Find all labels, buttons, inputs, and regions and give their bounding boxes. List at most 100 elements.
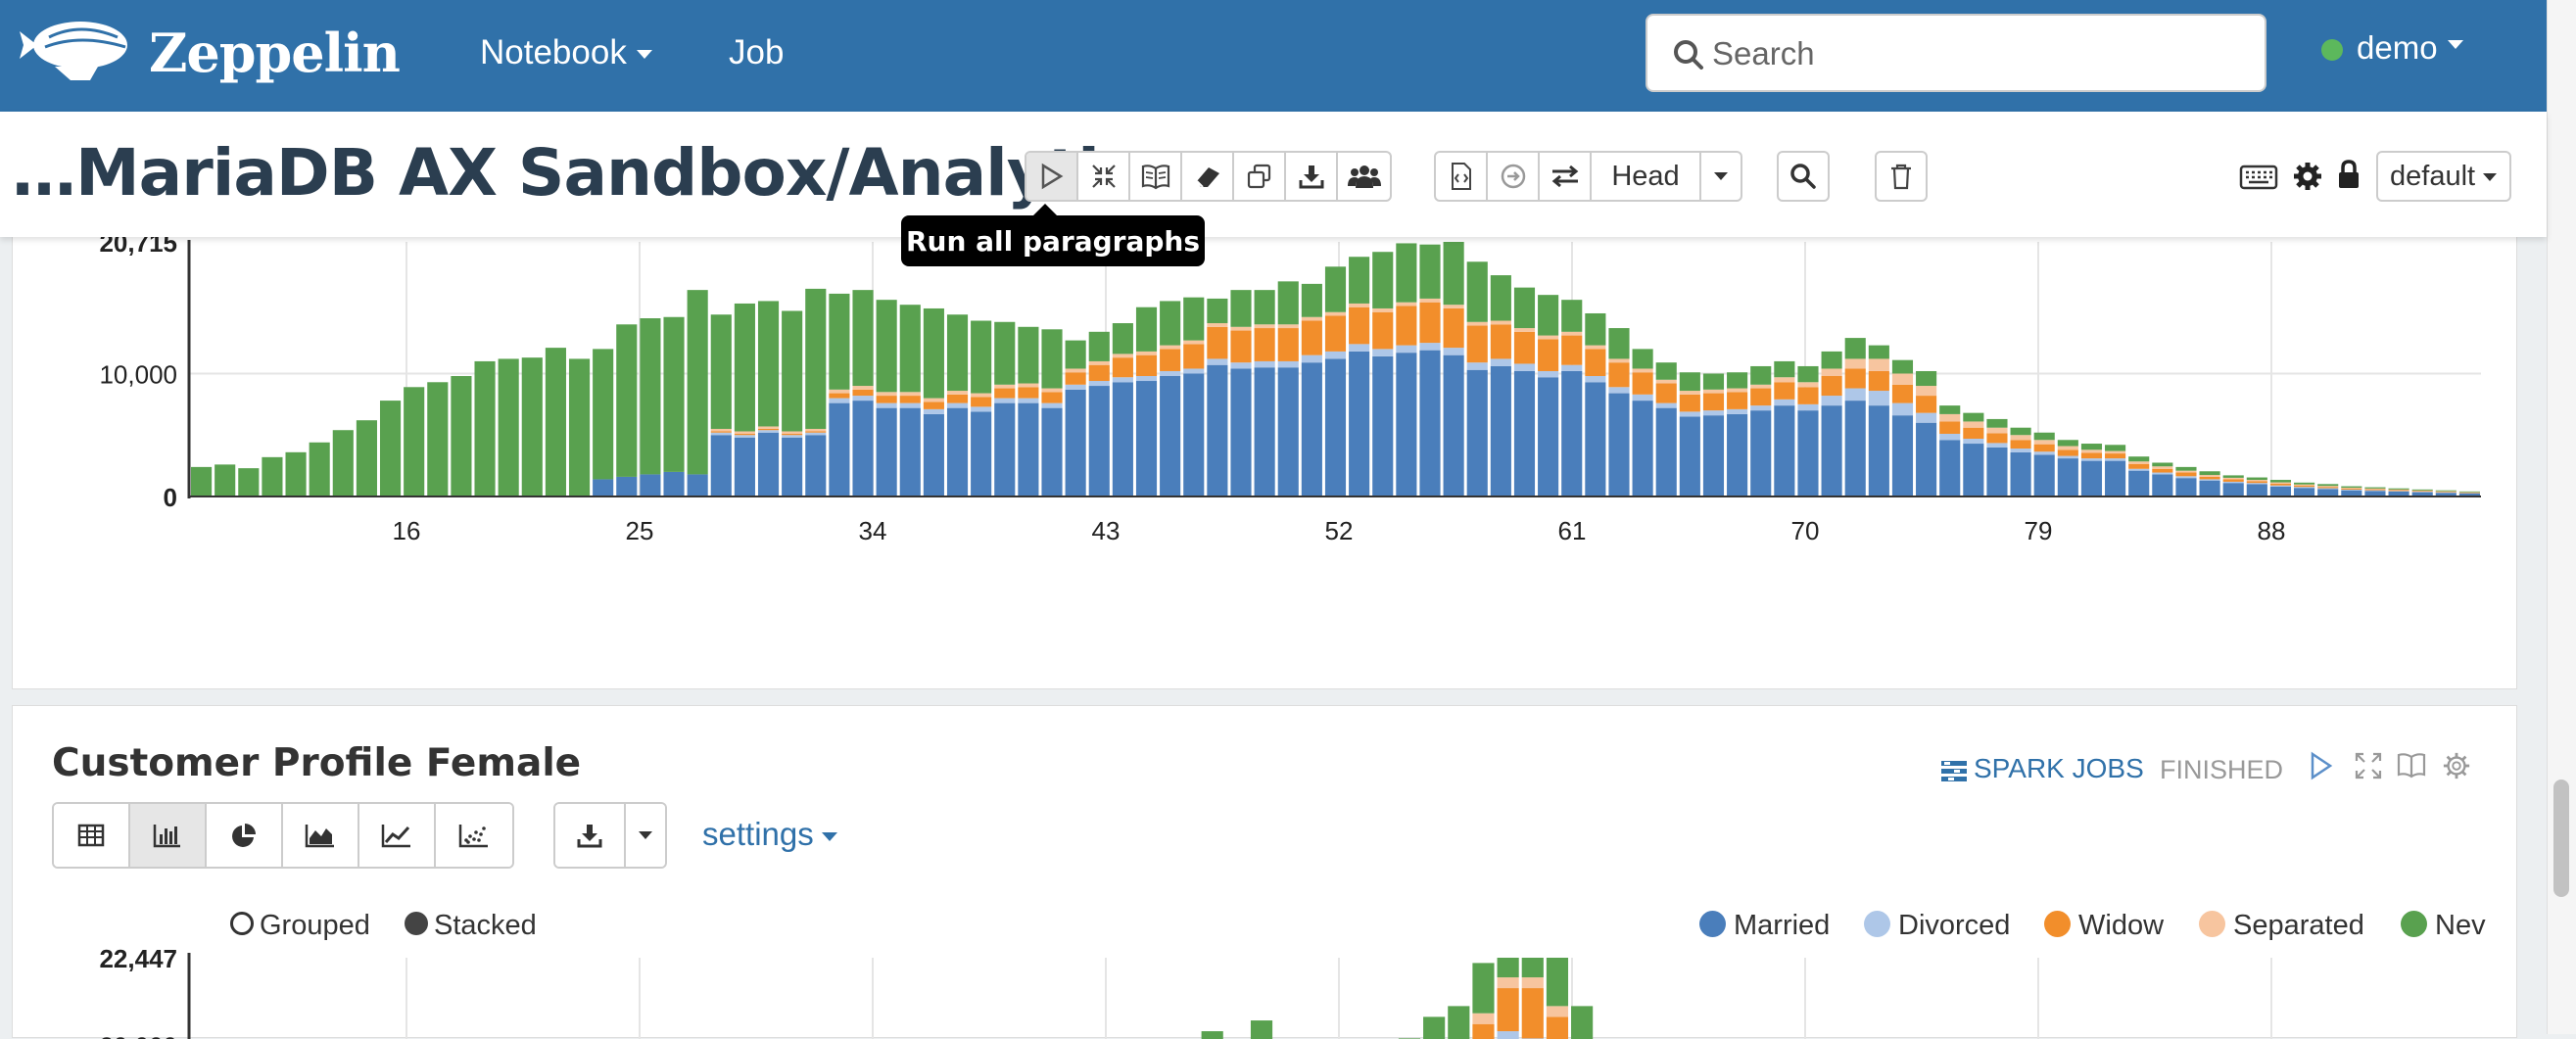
bar-segment-divorced[interactable] bbox=[1349, 344, 1369, 352]
bar-segment-separated[interactable] bbox=[1498, 977, 1519, 988]
export-note-button[interactable] bbox=[1286, 153, 1338, 200]
bar-segment-divorced[interactable] bbox=[2223, 482, 2244, 483]
spark-jobs-link[interactable]: SPARK JOBS bbox=[1940, 753, 2144, 784]
bar-segment-nev[interactable] bbox=[1514, 288, 1535, 328]
bar-segment-married[interactable] bbox=[994, 403, 1015, 496]
legend-item-separated[interactable]: Separated bbox=[2199, 910, 2364, 942]
bar-segment-separated[interactable] bbox=[971, 394, 991, 398]
bar-segment-divorced[interactable] bbox=[924, 409, 944, 414]
bar-segment-married[interactable] bbox=[1869, 405, 1889, 496]
bar-segment-widow[interactable] bbox=[2128, 464, 2149, 469]
bar-chart-button[interactable] bbox=[130, 804, 207, 867]
bar-segment-married[interactable] bbox=[2247, 484, 2267, 496]
bar-segment-married[interactable] bbox=[735, 438, 755, 496]
chart-settings-toggle[interactable]: settings bbox=[702, 816, 837, 853]
bar-segment-separated[interactable] bbox=[1372, 308, 1393, 312]
bar-segment-separated[interactable] bbox=[2223, 478, 2244, 480]
keyboard-icon[interactable] bbox=[2239, 165, 2278, 190]
bar-segment-married[interactable] bbox=[1561, 371, 1582, 496]
bar-segment-divorced[interactable] bbox=[1396, 346, 1416, 354]
bar-segment-married[interactable] bbox=[1136, 381, 1157, 496]
bar-segment-nev[interactable] bbox=[1522, 958, 1544, 977]
brand-name[interactable]: Zeppelin bbox=[149, 22, 400, 84]
bar-segment-married[interactable] bbox=[1633, 401, 1653, 496]
bar-segment-widow[interactable] bbox=[1797, 387, 1818, 404]
compare-button[interactable] bbox=[1540, 153, 1592, 200]
bar-segment-nev[interactable] bbox=[1041, 329, 1062, 388]
bar-segment-separated[interactable] bbox=[1522, 977, 1544, 988]
bar-segment-separated[interactable] bbox=[2034, 440, 2055, 444]
bar-segment-nev[interactable] bbox=[1396, 243, 1416, 302]
bar-segment-widow[interactable] bbox=[1230, 331, 1251, 363]
bar-segment-married[interactable] bbox=[1207, 365, 1227, 496]
bar-segment-divorced[interactable] bbox=[2341, 490, 2361, 491]
bar-segment-married[interactable] bbox=[1349, 352, 1369, 496]
bar-segment-nev[interactable] bbox=[900, 305, 921, 392]
bar-segment-nev[interactable] bbox=[971, 321, 991, 394]
bar-segment-separated[interactable] bbox=[1160, 346, 1180, 350]
bar-segment-nev[interactable] bbox=[333, 430, 354, 496]
scatter-chart-button[interactable] bbox=[436, 804, 512, 867]
bar-segment-divorced[interactable] bbox=[1727, 409, 1747, 414]
bar-segment-nev[interactable] bbox=[877, 300, 897, 392]
bar-segment-widow[interactable] bbox=[2270, 484, 2291, 486]
bar-segment-widow[interactable] bbox=[1041, 392, 1062, 402]
bar-segment-nev[interactable] bbox=[1467, 261, 1488, 322]
legend-item-widow[interactable]: Widow bbox=[2044, 910, 2164, 942]
bar-segment-nev[interactable] bbox=[1656, 362, 1677, 380]
bar-segment-widow[interactable] bbox=[2175, 473, 2196, 477]
bar-segment-divorced[interactable] bbox=[2436, 493, 2457, 494]
bar-segment-nev[interactable] bbox=[1703, 373, 1724, 389]
bar-segment-married[interactable] bbox=[711, 435, 732, 496]
bar-segment-divorced[interactable] bbox=[2200, 479, 2220, 480]
bar-segment-married[interactable] bbox=[1230, 368, 1251, 496]
bar-segment-married[interactable] bbox=[924, 414, 944, 496]
bar-segment-married[interactable] bbox=[1419, 351, 1440, 496]
bar-segment-nev[interactable] bbox=[1349, 257, 1369, 304]
bar-segment-nev[interactable] bbox=[735, 304, 755, 432]
bar-segment-married[interactable] bbox=[2034, 454, 2055, 496]
lock-icon[interactable] bbox=[2337, 159, 2361, 190]
bar-segment-married[interactable] bbox=[593, 479, 613, 496]
bar-segment-nev[interactable] bbox=[2459, 492, 2480, 493]
bar-segment-married[interactable] bbox=[2223, 483, 2244, 496]
bar-segment-separated[interactable] bbox=[1491, 321, 1511, 325]
bar-segment-married[interactable] bbox=[1939, 440, 1960, 496]
bar-segment-nev[interactable] bbox=[1585, 313, 1605, 346]
bar-segment-separated[interactable] bbox=[782, 431, 802, 434]
bar-segment-separated[interactable] bbox=[852, 386, 873, 390]
bar-segment-married[interactable] bbox=[2294, 488, 2314, 496]
bar-segment-separated[interactable] bbox=[2081, 449, 2102, 452]
bar-segment-separated[interactable] bbox=[1633, 368, 1653, 372]
bar-segment-widow[interactable] bbox=[1491, 324, 1511, 358]
bar-segment-widow[interactable] bbox=[1892, 385, 1913, 403]
bar-segment-widow[interactable] bbox=[2341, 489, 2361, 490]
bar-segment-divorced[interactable] bbox=[1633, 395, 1653, 401]
bar-segment-married[interactable] bbox=[1986, 448, 2007, 496]
bar-segment-married[interactable] bbox=[1608, 394, 1629, 496]
bar-segment-widow[interactable] bbox=[2247, 481, 2267, 483]
bar-segment-divorced[interactable] bbox=[2011, 449, 2031, 452]
expand-icon[interactable] bbox=[2354, 751, 2383, 780]
bar-segment-nev[interactable] bbox=[2152, 462, 2172, 466]
bar-segment-widow[interactable] bbox=[1113, 357, 1133, 377]
bar-segment-divorced[interactable] bbox=[994, 399, 1015, 403]
run-all-button[interactable] bbox=[1026, 153, 1078, 200]
bar-segment-separated[interactable] bbox=[1561, 332, 1582, 336]
bar-segment-separated[interactable] bbox=[1727, 389, 1747, 393]
bar-segment-divorced[interactable] bbox=[1986, 443, 2007, 447]
bar-segment-separated[interactable] bbox=[1113, 354, 1133, 357]
gear-icon[interactable] bbox=[2292, 161, 2323, 192]
collaborators-button[interactable] bbox=[1338, 153, 1390, 200]
bar-segment-nev[interactable] bbox=[238, 468, 259, 496]
bar-segment-married[interactable] bbox=[1396, 353, 1416, 496]
bar-segment-divorced[interactable] bbox=[1774, 400, 1794, 405]
bar-segment-nev[interactable] bbox=[2341, 487, 2361, 489]
bar-segment-married[interactable] bbox=[1538, 377, 1558, 496]
bar-segment-married[interactable] bbox=[1514, 371, 1535, 496]
bar-segment-nev[interactable] bbox=[427, 382, 448, 496]
bar-segment-divorced[interactable] bbox=[758, 430, 779, 433]
scrollbar-thumb[interactable] bbox=[2553, 779, 2569, 897]
bar-segment-nev[interactable] bbox=[1869, 346, 1889, 359]
bar-segment-divorced[interactable] bbox=[1089, 381, 1110, 386]
